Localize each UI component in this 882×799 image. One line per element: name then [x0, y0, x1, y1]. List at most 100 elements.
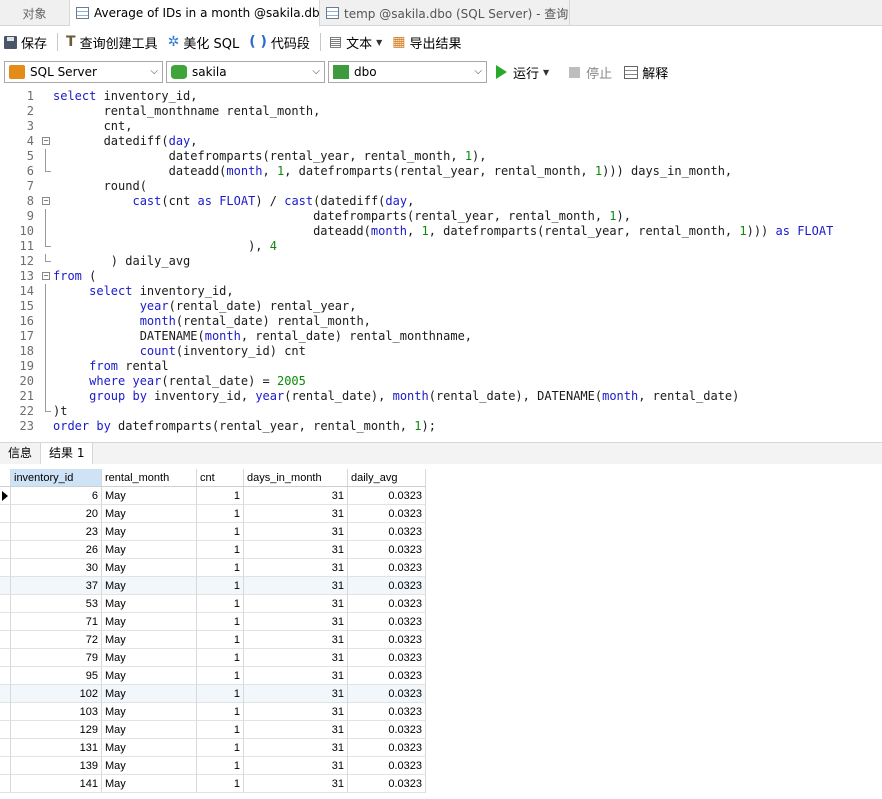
beautify-sql-button[interactable]: ✲ 美化 SQL [168, 33, 240, 52]
cell-inventory-id[interactable]: 79 [11, 649, 102, 667]
cell-daily-avg[interactable]: 0.0323 [348, 703, 426, 721]
cell-days-in-month[interactable]: 31 [244, 595, 348, 613]
row-selector[interactable] [0, 577, 11, 595]
column-header-rental-month[interactable]: rental_month [102, 469, 197, 487]
cell-rental-month[interactable]: May [102, 757, 197, 775]
cell-days-in-month[interactable]: 31 [244, 631, 348, 649]
table-row[interactable]: 37 May 1 31 0.0323 [0, 577, 426, 595]
cell-daily-avg[interactable]: 0.0323 [348, 559, 426, 577]
cell-inventory-id[interactable]: 6 [11, 487, 102, 505]
row-selector[interactable] [0, 559, 11, 577]
table-row[interactable]: 139 May 1 31 0.0323 [0, 757, 426, 775]
run-button[interactable]: 运行 ▼ [496, 63, 549, 82]
cell-inventory-id[interactable]: 129 [11, 721, 102, 739]
column-header-cnt[interactable]: cnt [197, 469, 244, 487]
table-row[interactable]: 23 May 1 31 0.0323 [0, 523, 426, 541]
cell-inventory-id[interactable]: 102 [11, 685, 102, 703]
cell-inventory-id[interactable]: 139 [11, 757, 102, 775]
row-selector[interactable] [0, 703, 11, 721]
cell-daily-avg[interactable]: 0.0323 [348, 667, 426, 685]
cell-inventory-id[interactable]: 141 [11, 775, 102, 793]
code-snippet-button[interactable]: ( ) 代码段 [249, 33, 310, 52]
cell-daily-avg[interactable]: 0.0323 [348, 487, 426, 505]
cell-daily-avg[interactable]: 0.0323 [348, 685, 426, 703]
cell-cnt[interactable]: 1 [197, 487, 244, 505]
cell-daily-avg[interactable]: 0.0323 [348, 541, 426, 559]
cell-rental-month[interactable]: May [102, 685, 197, 703]
save-button[interactable]: 保存 [4, 33, 47, 52]
explain-button[interactable]: 解释 [624, 63, 668, 82]
cell-daily-avg[interactable]: 0.0323 [348, 721, 426, 739]
table-row[interactable]: 20 May 1 31 0.0323 [0, 505, 426, 523]
row-selector[interactable] [0, 667, 11, 685]
cell-cnt[interactable]: 1 [197, 613, 244, 631]
tab-objects[interactable]: 对象 [0, 0, 70, 26]
cell-inventory-id[interactable]: 53 [11, 595, 102, 613]
cell-inventory-id[interactable]: 37 [11, 577, 102, 595]
row-selector[interactable] [0, 739, 11, 757]
cell-daily-avg[interactable]: 0.0323 [348, 739, 426, 757]
column-header-days-in-month[interactable]: days_in_month [244, 469, 348, 487]
cell-rental-month[interactable]: May [102, 595, 197, 613]
table-row[interactable]: 131 May 1 31 0.0323 [0, 739, 426, 757]
results-grid[interactable]: inventory_id rental_month cnt days_in_mo… [0, 469, 426, 793]
cell-rental-month[interactable]: May [102, 631, 197, 649]
cell-days-in-month[interactable]: 31 [244, 739, 348, 757]
table-row[interactable]: 53 May 1 31 0.0323 [0, 595, 426, 613]
table-row[interactable]: 103 May 1 31 0.0323 [0, 703, 426, 721]
connection-select[interactable]: SQL Server ⌵ [4, 61, 163, 83]
table-row[interactable]: 72 May 1 31 0.0323 [0, 631, 426, 649]
row-selector[interactable] [0, 775, 11, 793]
row-selector[interactable] [0, 523, 11, 541]
cell-daily-avg[interactable]: 0.0323 [348, 595, 426, 613]
cell-days-in-month[interactable]: 31 [244, 721, 348, 739]
row-selector[interactable] [0, 631, 11, 649]
cell-days-in-month[interactable]: 31 [244, 667, 348, 685]
cell-days-in-month[interactable]: 31 [244, 703, 348, 721]
cell-inventory-id[interactable]: 103 [11, 703, 102, 721]
cell-daily-avg[interactable]: 0.0323 [348, 649, 426, 667]
cell-daily-avg[interactable]: 0.0323 [348, 577, 426, 595]
cell-daily-avg[interactable]: 0.0323 [348, 631, 426, 649]
table-row[interactable]: 26 May 1 31 0.0323 [0, 541, 426, 559]
cell-inventory-id[interactable]: 26 [11, 541, 102, 559]
table-row[interactable]: 6 May 1 31 0.0323 [0, 487, 426, 505]
cell-cnt[interactable]: 1 [197, 559, 244, 577]
cell-rental-month[interactable]: May [102, 541, 197, 559]
cell-inventory-id[interactable]: 23 [11, 523, 102, 541]
cell-inventory-id[interactable]: 71 [11, 613, 102, 631]
row-selector[interactable] [0, 595, 11, 613]
cell-cnt[interactable]: 1 [197, 649, 244, 667]
cell-cnt[interactable]: 1 [197, 541, 244, 559]
table-row[interactable]: 102 May 1 31 0.0323 [0, 685, 426, 703]
cell-days-in-month[interactable]: 31 [244, 505, 348, 523]
table-row[interactable]: 71 May 1 31 0.0323 [0, 613, 426, 631]
cell-days-in-month[interactable]: 31 [244, 649, 348, 667]
text-mode-button[interactable]: ▤ 文本 ▼ [329, 33, 382, 52]
cell-rental-month[interactable]: May [102, 721, 197, 739]
cell-days-in-month[interactable]: 31 [244, 541, 348, 559]
query-builder-button[interactable]: T 查询创建工具 [66, 33, 158, 52]
cell-rental-month[interactable]: May [102, 613, 197, 631]
cell-rental-month[interactable]: May [102, 559, 197, 577]
cell-days-in-month[interactable]: 31 [244, 523, 348, 541]
cell-cnt[interactable]: 1 [197, 739, 244, 757]
cell-cnt[interactable]: 1 [197, 775, 244, 793]
table-row[interactable]: 30 May 1 31 0.0323 [0, 559, 426, 577]
cell-cnt[interactable]: 1 [197, 631, 244, 649]
cell-days-in-month[interactable]: 31 [244, 613, 348, 631]
tab-temp-query[interactable]: temp @sakila.dbo (SQL Server) - 查询 [320, 0, 570, 26]
row-selector[interactable] [0, 487, 11, 505]
cell-inventory-id[interactable]: 72 [11, 631, 102, 649]
cell-inventory-id[interactable]: 95 [11, 667, 102, 685]
row-selector[interactable] [0, 685, 11, 703]
cell-cnt[interactable]: 1 [197, 667, 244, 685]
column-header-inventory-id[interactable]: inventory_id [11, 469, 102, 487]
cell-daily-avg[interactable]: 0.0323 [348, 505, 426, 523]
cell-days-in-month[interactable]: 31 [244, 577, 348, 595]
cell-daily-avg[interactable]: 0.0323 [348, 613, 426, 631]
table-row[interactable]: 79 May 1 31 0.0323 [0, 649, 426, 667]
schema-select[interactable]: dbo ⌵ [328, 61, 487, 83]
cell-days-in-month[interactable]: 31 [244, 487, 348, 505]
row-selector[interactable] [0, 649, 11, 667]
